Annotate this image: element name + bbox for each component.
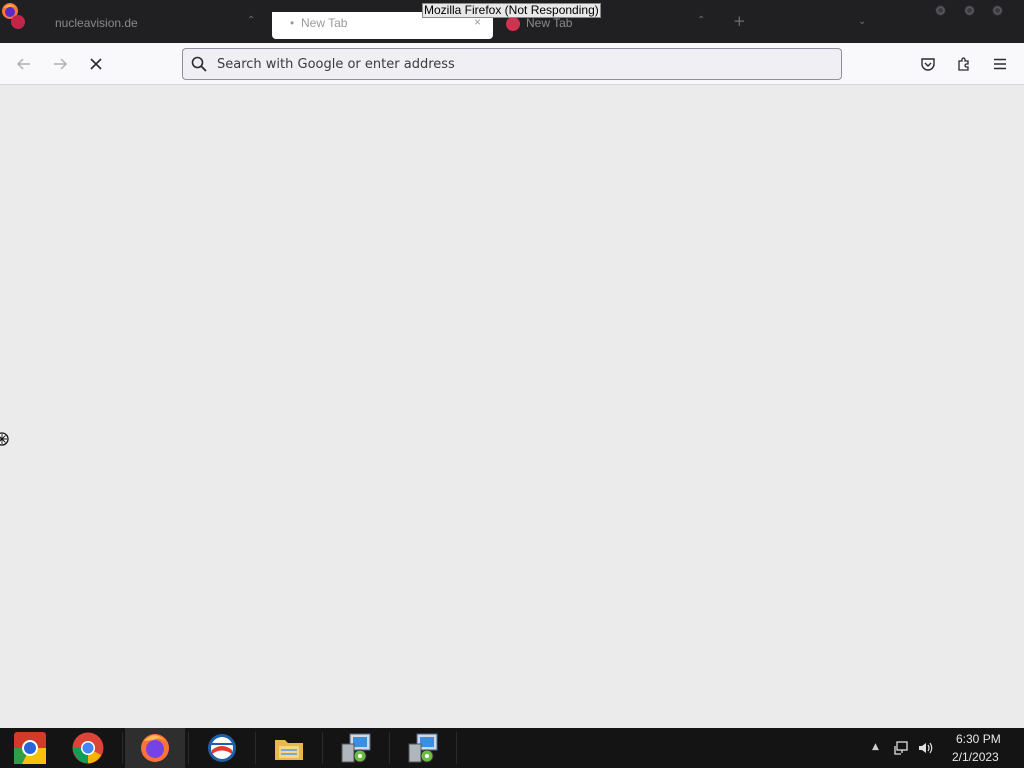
- puzzle-icon: [958, 57, 969, 71]
- extensions-button[interactable]: [951, 51, 977, 77]
- taskbar-separator: [122, 732, 123, 764]
- list-all-tabs-icon[interactable]: ⌄: [858, 16, 866, 27]
- close-window-button[interactable]: [992, 5, 1003, 16]
- app-menu-button[interactable]: [987, 51, 1013, 77]
- arrow-right-icon: [54, 58, 68, 70]
- close-x-icon: [90, 58, 102, 70]
- taskbar-file-manager[interactable]: [259, 728, 319, 768]
- chevron-up-icon: ⌃: [247, 15, 256, 26]
- navigation-toolbar: [0, 43, 1024, 85]
- chevron-up-icon: ⌃: [697, 15, 706, 26]
- back-button[interactable]: [11, 51, 37, 77]
- forward-button[interactable]: [47, 51, 73, 77]
- taskbar-chrome[interactable]: [58, 728, 118, 768]
- window-title: Mozilla Firefox (Not Responding): [422, 3, 601, 18]
- url-bar[interactable]: [182, 48, 842, 80]
- taskbar-separator: [389, 732, 390, 764]
- taskbar-firefox[interactable]: [125, 728, 185, 768]
- tab-label: New Tab: [301, 16, 348, 30]
- taskbar-mail-app[interactable]: [192, 728, 252, 768]
- tray-expand-icon[interactable]: ▲: [872, 742, 879, 752]
- taskbar-chromium[interactable]: [0, 728, 60, 768]
- pocket-button[interactable]: [915, 51, 941, 77]
- url-input[interactable]: [217, 54, 817, 74]
- volume-icon[interactable]: [917, 740, 933, 756]
- hamburger-menu-icon: [994, 58, 1006, 70]
- chrome-icon: [72, 732, 104, 764]
- tab-nucleavision[interactable]: nucleavision.de: [11, 12, 268, 39]
- firefox-icon: [141, 734, 169, 762]
- mail-globe-icon: [208, 734, 236, 762]
- taskbar-separator: [322, 732, 323, 764]
- minimize-button[interactable]: [935, 5, 946, 16]
- maximize-button[interactable]: [964, 5, 975, 16]
- page-content[interactable]: [0, 85, 1024, 728]
- installer-icon: [341, 733, 371, 763]
- arrow-left-icon: [16, 58, 30, 70]
- installer-icon: [408, 733, 438, 763]
- chromium-icon: [14, 732, 46, 764]
- firefox-favicon-icon: [506, 17, 520, 31]
- taskbar-separator: [188, 732, 189, 764]
- taskbar-separator: [456, 732, 457, 764]
- title-bar: nucleavision.de ⌃ • New Tab × New Tab ⌃ …: [0, 0, 1024, 43]
- network-icon[interactable]: [893, 740, 909, 756]
- tab-bullet-icon: •: [290, 16, 295, 30]
- clock-time[interactable]: 6:30 PM: [956, 732, 1001, 746]
- taskbar-separator: [255, 732, 256, 764]
- clock-date[interactable]: 2/1/2023: [952, 750, 999, 764]
- stop-button[interactable]: [83, 51, 109, 77]
- taskbar-installer-1[interactable]: [326, 728, 386, 768]
- tab-label: New Tab: [526, 16, 573, 30]
- site-favicon-icon: [11, 15, 25, 29]
- pocket-icon: [921, 58, 935, 71]
- new-tab-button[interactable]: +: [733, 12, 746, 30]
- search-icon: [191, 56, 207, 72]
- resize-handle-icon[interactable]: [0, 431, 10, 447]
- taskbar: ▲ 6:30 PM 2/1/2023: [0, 728, 1024, 768]
- tab-label: nucleavision.de: [55, 16, 138, 30]
- folder-icon: [275, 740, 303, 760]
- taskbar-installer-2[interactable]: [393, 728, 453, 768]
